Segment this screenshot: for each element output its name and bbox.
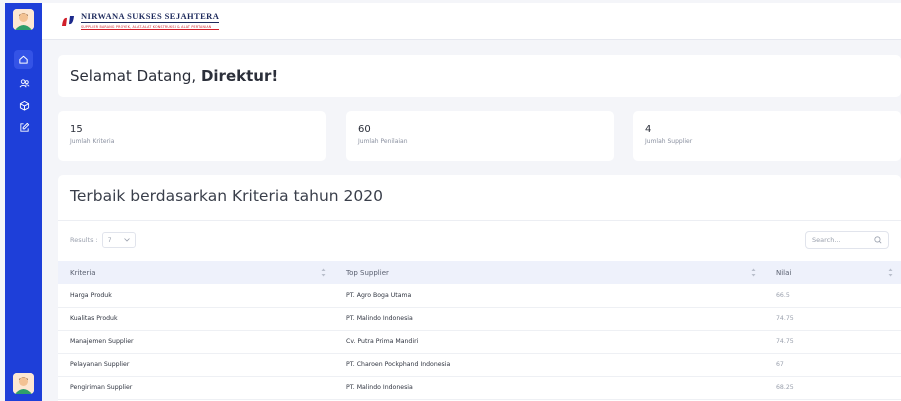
brand-subtitle: SUPPLIER BARANG PROYEK, ALAT-ALAT KONSTR…: [81, 25, 220, 30]
user-avatar[interactable]: [13, 373, 34, 394]
column-header-label: Top Supplier: [346, 268, 389, 277]
sidebar-item-products[interactable]: [16, 97, 32, 113]
search-icon[interactable]: [874, 236, 882, 244]
search-input[interactable]: [812, 236, 870, 244]
sidebar-item-assessment[interactable]: [16, 119, 32, 135]
sidebar: [5, 3, 42, 401]
stat-value: 15: [70, 124, 83, 135]
sort-icon: [888, 268, 893, 277]
column-header-nilai[interactable]: Nilai: [764, 261, 901, 284]
column-header-label: Nilai: [776, 268, 792, 277]
cell-top-supplier: PT. Charoen Pockphand Indonesia: [334, 353, 764, 377]
users-icon: [19, 78, 29, 87]
avatar-icon: [13, 373, 34, 394]
column-header-top-supplier[interactable]: Top Supplier: [334, 261, 764, 284]
cell-nilai: 74.75: [764, 330, 901, 354]
stat-card-penilaian: 60 Jumlah Penilaian: [346, 111, 614, 161]
app-frame: NIRWANA SUKSES SEJAHTERA SUPPLIER BARANG…: [5, 3, 901, 401]
table-row: Pelayanan Supplier PT. Charoen Pockphand…: [58, 353, 901, 377]
sidebar-item-users[interactable]: [16, 75, 32, 91]
top-bar: NIRWANA SUKSES SEJAHTERA SUPPLIER BARANG…: [42, 3, 901, 40]
welcome-card: Selamat Datang, Direktur!: [58, 55, 901, 97]
cell-top-supplier: PT. Malindo Indonesia: [334, 376, 764, 400]
table-row: Pengiriman Supplier PT. Malindo Indonesi…: [58, 376, 901, 400]
stat-card-kriteria: 15 Jumlah Kriteria: [58, 111, 326, 161]
edit-icon: [19, 122, 29, 132]
cell-nilai: 66.5: [764, 284, 901, 308]
cell-top-supplier: PT. Agro Boga Utama: [334, 284, 764, 308]
cell-kriteria: Harga Produk: [58, 284, 334, 308]
cell-kriteria: Pengiriman Supplier: [58, 376, 334, 400]
cell-nilai: 68.25: [764, 376, 901, 400]
table-header-row: Kriteria Top Supplier Nilai: [58, 261, 901, 284]
stat-value: 4: [645, 124, 652, 135]
stat-label: Jumlah Supplier: [645, 138, 693, 145]
table-row: Manajemen Supplier Cv. Putra Prima Mandi…: [58, 330, 901, 354]
stat-label: Jumlah Kriteria: [70, 138, 115, 145]
cell-top-supplier: PT. Malindo Indonesia: [334, 307, 764, 331]
cell-top-supplier: Cv. Putra Prima Mandiri: [334, 330, 764, 354]
sort-icon: [751, 268, 756, 277]
avatar-icon: [13, 9, 34, 30]
brand-mark-icon: [62, 15, 74, 26]
stat-card-supplier: 4 Jumlah Supplier: [633, 111, 901, 161]
search-box[interactable]: [805, 231, 889, 249]
cell-nilai: 74.75: [764, 307, 901, 331]
stat-label: Jumlah Penilaian: [358, 138, 408, 145]
section-title: Terbaik berdasarkan Kriteria tahun 2020: [70, 187, 383, 205]
results-value: 7: [107, 236, 112, 244]
brand-title: NIRWANA SUKSES SEJAHTERA: [81, 11, 220, 23]
box-icon: [19, 100, 29, 111]
welcome-greeting: Selamat Datang,: [70, 67, 197, 85]
column-header-label: Kriteria: [70, 268, 96, 277]
welcome-heading: Selamat Datang, Direktur!: [70, 67, 278, 85]
sidebar-item-home[interactable]: [14, 50, 33, 69]
home-icon: [19, 55, 28, 64]
divider: [58, 220, 901, 221]
brand-logo[interactable]: NIRWANA SUKSES SEJAHTERA SUPPLIER BARANG…: [60, 11, 220, 30]
chevron-down-icon: [123, 238, 130, 242]
results-control: Results : 7: [70, 231, 136, 249]
results-select[interactable]: 7: [101, 232, 136, 248]
sort-icon: [321, 268, 326, 277]
criteria-table: Kriteria Top Supplier Nilai Harga Produk…: [58, 261, 901, 400]
best-criteria-card: Terbaik berdasarkan Kriteria tahun 2020 …: [58, 175, 901, 401]
results-label: Results :: [70, 236, 98, 244]
welcome-role: Direktur!: [200, 67, 279, 85]
stat-value: 60: [358, 124, 371, 135]
cell-kriteria: Kualitas Produk: [58, 307, 334, 331]
cell-kriteria: Manajemen Supplier: [58, 330, 334, 354]
column-header-kriteria[interactable]: Kriteria: [58, 261, 334, 284]
cell-kriteria: Pelayanan Supplier: [58, 353, 334, 377]
sidebar-avatar[interactable]: [13, 9, 34, 30]
table-row: Kualitas Produk PT. Malindo Indonesia 74…: [58, 307, 901, 331]
table-row: Harga Produk PT. Agro Boga Utama 66.5: [58, 284, 901, 308]
cell-nilai: 67: [764, 353, 901, 377]
